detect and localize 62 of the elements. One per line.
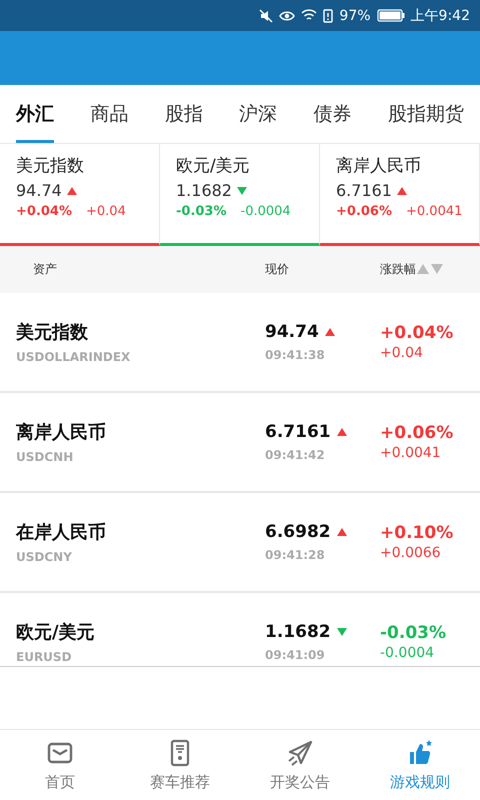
quote-change-percent: +0.04% <box>16 204 72 219</box>
nav-tab[interactable]: 赛车推荐 <box>120 730 240 800</box>
quote-price: 1.1682 <box>176 181 232 200</box>
change-value: +0.04 <box>380 345 424 361</box>
asset-code: USDCNY <box>16 550 73 564</box>
asset-name: 欧元/美元 <box>16 621 96 644</box>
quote-row[interactable]: 欧元/美元 EURUSD 1.1682 09:41:09 -0.03% -0.0004 <box>0 593 480 666</box>
sort-icon[interactable] <box>417 264 443 275</box>
asset-code: EURUSD <box>16 650 73 664</box>
category-tab[interactable]: 股指期货 <box>388 85 464 143</box>
change-percent: +0.04% <box>380 323 454 343</box>
quote-name: 离岸人民币 <box>336 155 422 177</box>
quote-change: -0.0004 <box>240 204 291 219</box>
quote-change-percent: +0.06% <box>336 204 392 219</box>
quote-row[interactable]: 美元指数 USDOLLARINDEX 94.74 09:41:38 +0.04% +0.04 <box>0 293 480 393</box>
battery-percent: 97% <box>339 8 371 24</box>
quote-row[interactable]: 离岸人民币 USDCNH 6.7161 09:41:42 +0.06% +0.0041 <box>0 393 480 493</box>
quote-row[interactable]: 在岸人民币 USDCNY 6.6982 09:41:28 +0.10% +0.0066 <box>0 493 480 593</box>
asset-name: 美元指数 <box>16 321 89 344</box>
update-time: 09:41:09 <box>265 648 326 662</box>
price-value: 1.1682 <box>265 622 331 642</box>
price-value: 6.7161 <box>265 422 331 442</box>
column-header: 资产 <box>33 262 57 276</box>
price-value: 6.6982 <box>265 522 331 542</box>
column-header[interactable]: 涨跌幅 <box>380 261 416 278</box>
paper-plane-icon <box>286 738 314 766</box>
wifi-icon <box>301 9 318 22</box>
category-tab[interactable]: 沪深 <box>239 85 278 143</box>
change-percent: +0.06% <box>380 423 454 443</box>
eye-icon <box>279 10 296 22</box>
change-percent: +0.10% <box>380 523 454 543</box>
update-time: 09:41:38 <box>265 348 326 362</box>
price-value: 94.74 <box>265 322 319 342</box>
quote-name: 美元指数 <box>16 155 85 177</box>
asset-name: 在岸人民币 <box>16 521 107 544</box>
update-time: 09:41:28 <box>265 548 326 562</box>
quote-price: 6.7161 <box>336 181 392 200</box>
category-tab[interactable]: 债券 <box>314 85 352 143</box>
change-value: +0.0041 <box>380 445 442 461</box>
category-tab[interactable]: 外汇 <box>16 85 54 143</box>
quote-change: +0.04 <box>86 204 126 219</box>
change-value: -0.0004 <box>380 645 436 661</box>
category-tab[interactable]: 股指 <box>164 85 203 143</box>
status-time: 上午9:42 <box>410 6 470 24</box>
change-value: +0.0066 <box>380 545 442 561</box>
update-time: 09:41:42 <box>265 448 326 462</box>
quote-name: 欧元/美元 <box>176 155 251 177</box>
nav-tab[interactable]: 开奖公告 <box>240 730 360 800</box>
nav-tab[interactable]: 游戏规则 <box>360 730 480 800</box>
column-header: 现价 <box>265 262 289 276</box>
category-tab[interactable]: 商品 <box>90 85 128 143</box>
sim-alert-icon <box>323 8 334 22</box>
asset-name: 离岸人民币 <box>16 421 107 444</box>
quote-price: 94.74 <box>16 181 62 200</box>
mute-icon <box>259 8 274 22</box>
battery-icon <box>376 9 405 22</box>
quote-change: +0.0041 <box>406 204 462 219</box>
nav-tab[interactable]: 首页 <box>0 730 120 800</box>
quote-change-percent: -0.03% <box>176 204 226 219</box>
asset-code: USDCNH <box>16 450 74 464</box>
change-percent: -0.03% <box>380 623 446 643</box>
asset-code: USDOLLARINDEX <box>16 350 132 364</box>
